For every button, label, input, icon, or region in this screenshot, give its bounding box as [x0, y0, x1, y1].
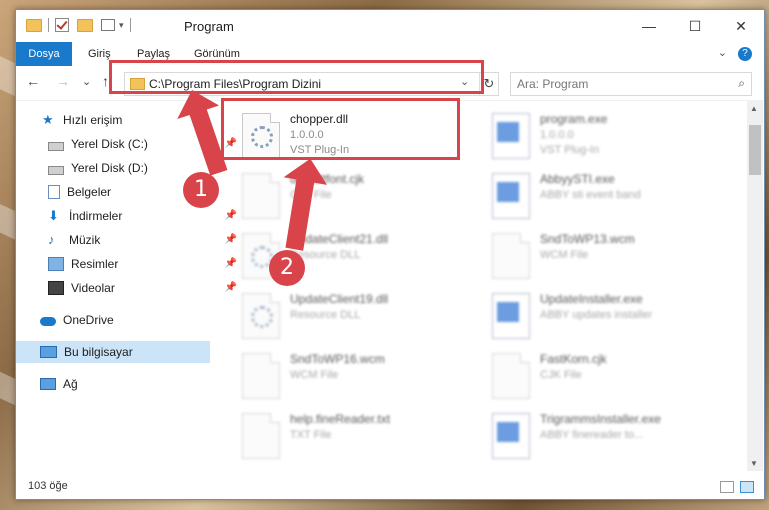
step-2-badge: 2	[269, 250, 305, 286]
annotation-arrows	[177, 90, 327, 251]
arrow-2-icon	[283, 158, 327, 251]
step-1-badge: 1	[183, 172, 219, 208]
arrow-1-icon	[177, 90, 228, 176]
